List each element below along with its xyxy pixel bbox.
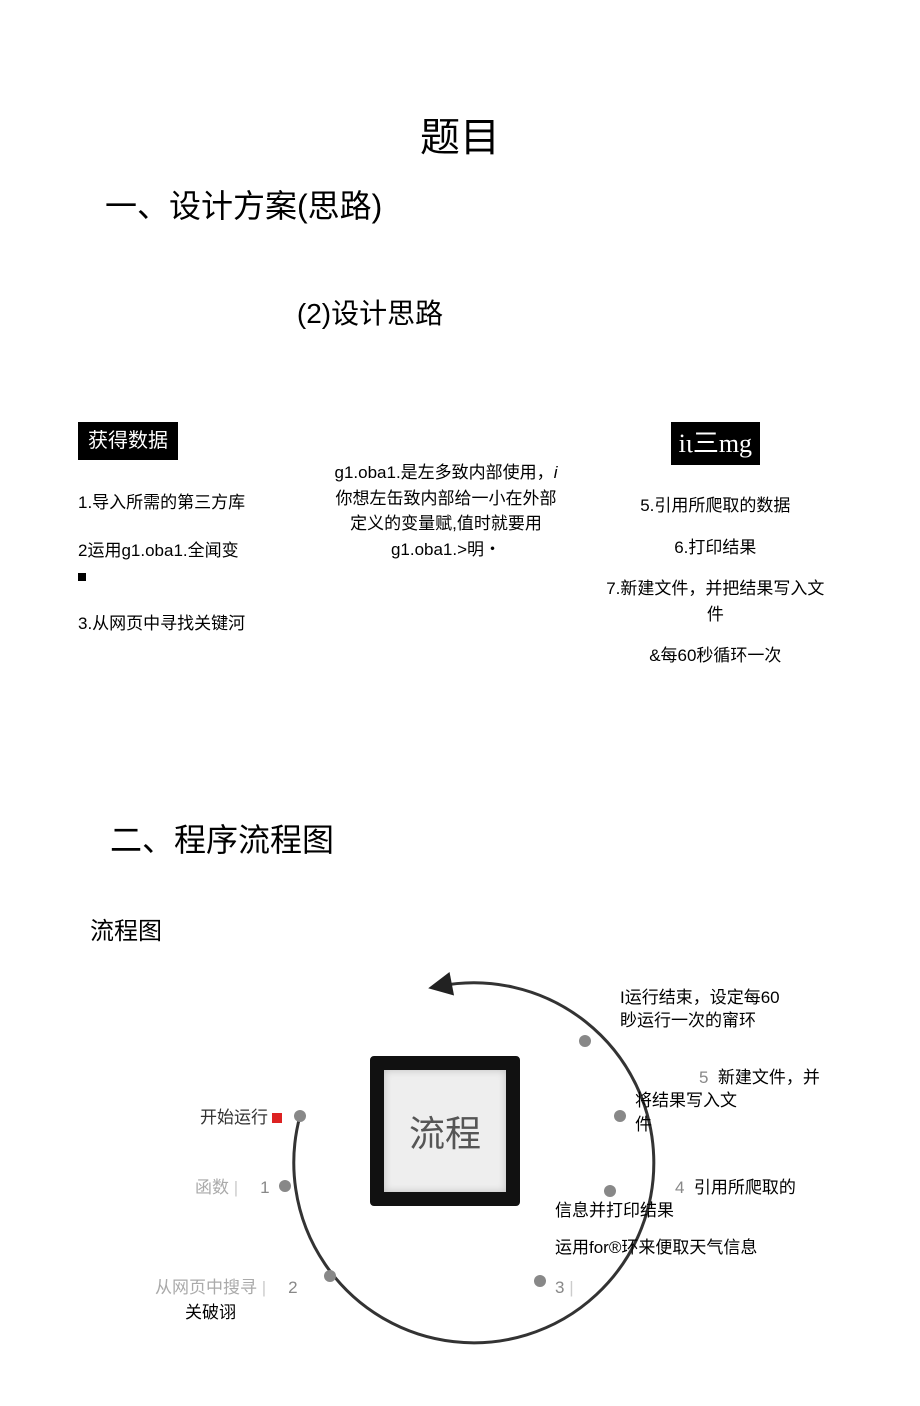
badge-img: iι三mg (671, 422, 760, 465)
column-middle: g1.oba1.是左多致内部使用，i 你想左缶致内部给一小在外部定义的变量赋,值… (311, 460, 580, 685)
badge-get-data: 获得数据 (78, 422, 178, 460)
right-item-8: &每60秒循环一次 (599, 643, 832, 669)
label-step-5: 5 新建文件，并 将结果写入文 件 (635, 1066, 855, 1137)
right-item-5: 5.引用所爬取的数据 (599, 493, 832, 519)
mid-text: g1.oba1.是左多致内部使用，i 你想左缶致内部给一小在外部定义的变量赋,值… (329, 460, 562, 562)
label-function: 函数 |1 (195, 1176, 270, 1200)
left-item-1: 1.导入所需的第三方库 (78, 490, 311, 516)
right-item-6: 6.打印结果 (599, 535, 832, 561)
flow-diagram: 流程 开始运行 函数 |1 从网页中搜寻 |2 关破诩 3 | 运用for®环来… (0, 956, 920, 1356)
red-square-icon (272, 1113, 282, 1123)
left-item-3: 3.从网页中寻找关键河 (78, 611, 311, 637)
flowchart-label: 流程图 (90, 911, 920, 946)
center-box: 流程 (370, 1056, 520, 1206)
section-1-heading: 一、设计方案(思路) (105, 181, 920, 227)
center-text: 流程 (409, 1105, 481, 1157)
label-end: I运行结束，设定每60 眇运行一次的甯环 (620, 986, 860, 1034)
label-search: 从网页中搜寻 |2 (155, 1276, 298, 1300)
three-column-layout: 获得数据 1.导入所需的第三方库 2运用g1.oba1.全闻变 3.从网页中寻找… (0, 422, 920, 685)
square-bullet-icon (78, 573, 86, 581)
left-item-2: 2运用g1.oba1.全闻变 (78, 538, 311, 589)
page-title: 题目 (0, 105, 920, 163)
right-item-7: 7.新建文件，并把结果写入文件 (599, 576, 832, 627)
column-right: iι三mg 5.引用所爬取的数据 6.打印结果 7.新建文件，并把结果写入文件 … (581, 422, 850, 685)
label-start: 开始运行 (200, 1106, 282, 1130)
label-step-4: 4 引用所爬取的 信息并打印结果 (555, 1176, 815, 1224)
label-3: 3 | (555, 1276, 574, 1300)
column-left: 获得数据 1.导入所需的第三方库 2运用g1.oba1.全闻变 3.从网页中寻找… (70, 422, 311, 685)
subsection-heading: (2)设计思路 (0, 292, 920, 332)
label-for-loop: 运用for®环来便取天气信息 (555, 1236, 757, 1260)
section-2-heading: 二、程序流程图 (110, 815, 920, 861)
label-keyword: 关破诩 (185, 1301, 236, 1325)
